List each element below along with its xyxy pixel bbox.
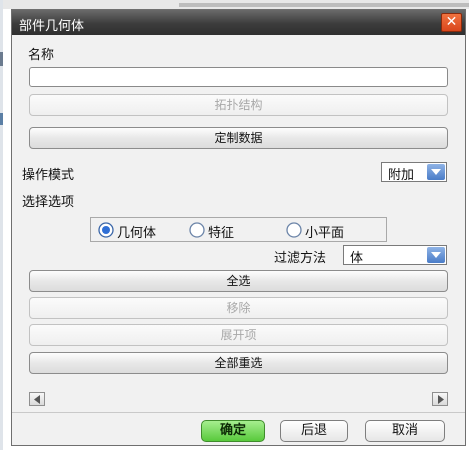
chevron-down-icon[interactable] <box>427 164 445 180</box>
custom-data-button[interactable]: 定制数据 <box>29 127 448 149</box>
radio-facet-label: 小平面 <box>305 226 345 241</box>
name-input[interactable] <box>29 67 448 87</box>
radio-feature-label: 特征 <box>208 226 235 241</box>
scroll-right-button[interactable] <box>432 392 448 406</box>
cancel-button[interactable]: 取消 <box>365 420 445 442</box>
select-all-button[interactable]: 全选 <box>29 270 448 292</box>
scroll-left-button[interactable] <box>29 392 45 406</box>
radio-selected-icon <box>98 222 114 238</box>
background-edge <box>0 0 3 450</box>
title-bar[interactable]: 部件几何体 ✕ <box>12 10 465 35</box>
ok-button[interactable]: 确定 <box>201 420 265 442</box>
background-mark <box>0 113 3 125</box>
reselect-all-button[interactable]: 全部重选 <box>29 352 448 374</box>
part-geometry-dialog: 部件几何体 ✕ 名称 拓扑结构 定制数据 操作模式 附加 选择选项 几何体 特征 <box>11 9 466 446</box>
remove-button[interactable]: 移除 <box>29 297 448 319</box>
select-options-label: 选择选项 <box>22 195 75 210</box>
filter-method-value: 体 <box>350 251 364 266</box>
footer-divider <box>12 412 465 413</box>
arrow-right-icon <box>438 395 444 404</box>
operation-mode-label: 操作模式 <box>22 168 75 183</box>
filter-method-label: 过滤方法 <box>274 251 327 266</box>
close-icon: ✕ <box>445 14 458 30</box>
filter-method-select[interactable]: 体 <box>343 245 447 266</box>
expand-items-button[interactable]: 展开项 <box>29 324 448 346</box>
background-toolbar-strip <box>3 0 469 9</box>
radio-unselected-icon <box>189 222 205 238</box>
close-button[interactable]: ✕ <box>441 13 462 32</box>
operation-mode-value: 附加 <box>388 168 415 183</box>
radio-geometry-label: 几何体 <box>117 226 157 241</box>
background-mark <box>0 52 3 66</box>
operation-mode-select[interactable]: 附加 <box>381 162 447 183</box>
window-title: 部件几何体 <box>19 19 85 34</box>
name-label: 名称 <box>28 48 55 63</box>
back-button[interactable]: 后退 <box>280 420 348 442</box>
topology-button[interactable]: 拓扑结构 <box>29 94 448 116</box>
select-options-radio-group: 几何体 特征 小平面 <box>90 217 387 242</box>
radio-unselected-icon <box>286 222 302 238</box>
chevron-down-icon[interactable] <box>427 247 445 263</box>
arrow-left-icon <box>34 395 40 404</box>
